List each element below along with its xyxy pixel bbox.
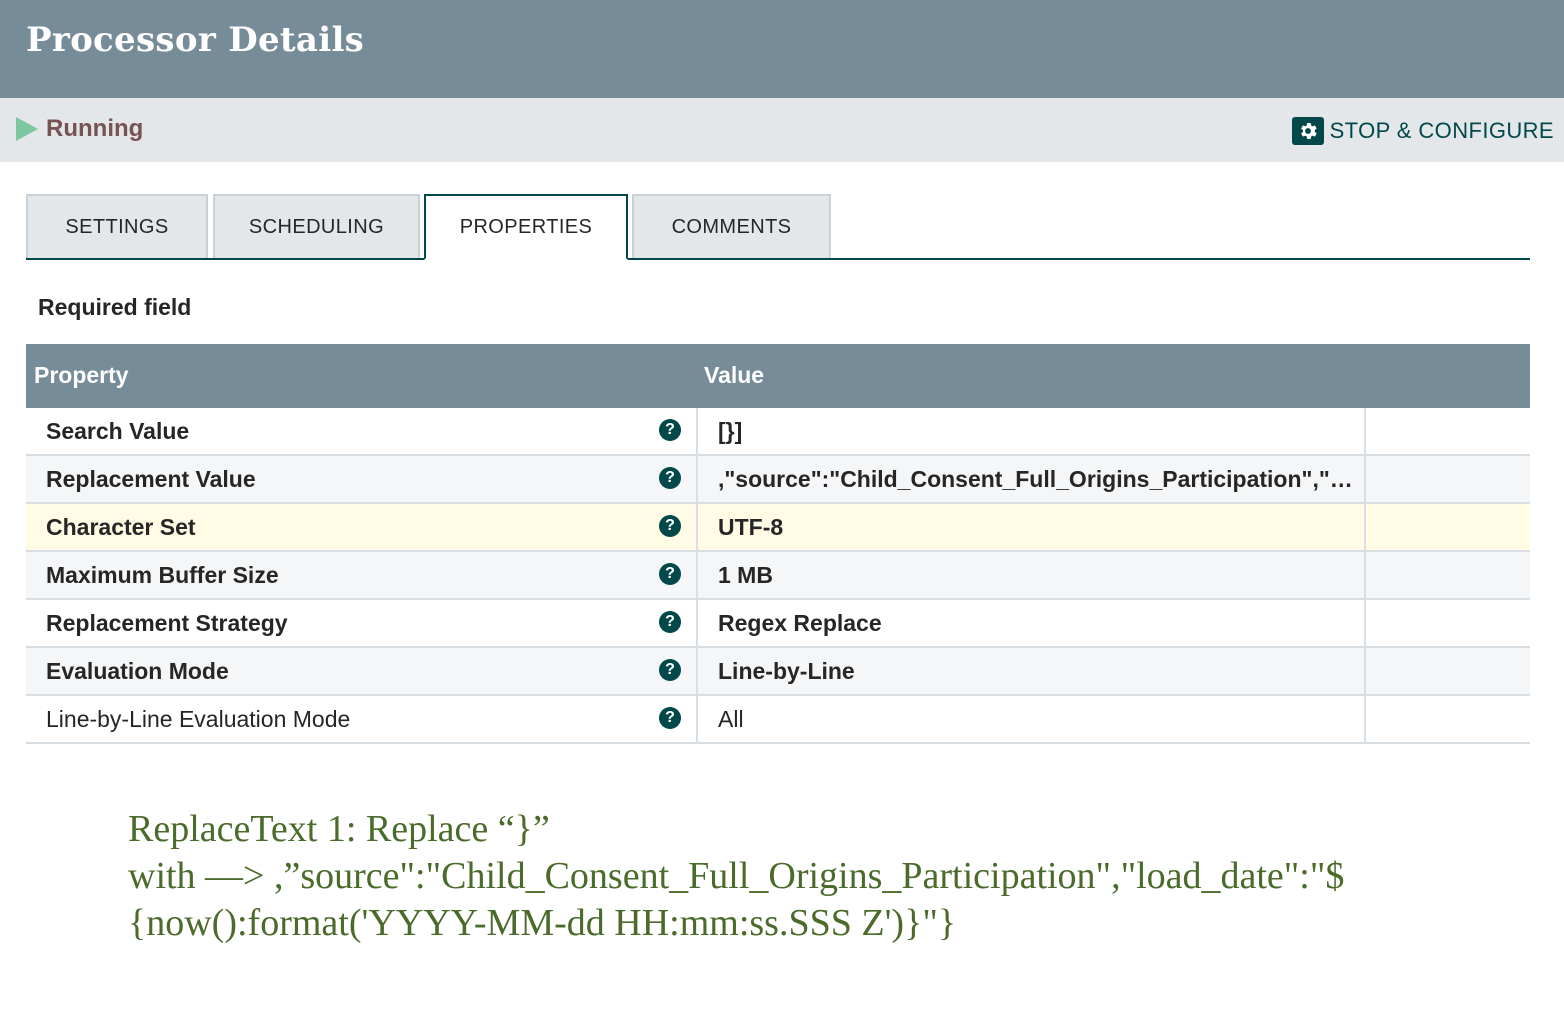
column-header-value: Value <box>704 362 765 388</box>
stop-and-configure-label: STOP & CONFIGURE <box>1329 118 1554 143</box>
status-bar: Running STOP & CONFIGURE <box>0 98 1564 162</box>
dialog-title: Processor Details <box>26 20 365 60</box>
stop-and-configure-button[interactable]: STOP & CONFIGURE <box>1291 116 1554 146</box>
column-divider <box>1364 456 1366 502</box>
column-divider <box>696 504 698 550</box>
help-icon[interactable]: ? <box>659 659 681 681</box>
column-header-property: Property <box>34 362 129 388</box>
property-value[interactable]: Line-by-Line <box>718 658 1358 685</box>
dialog-header: Processor Details <box>0 0 1564 98</box>
column-divider <box>1364 600 1366 646</box>
property-name: Replacement Value <box>46 466 256 492</box>
play-icon <box>16 117 38 141</box>
property-name: Search Value <box>46 418 190 444</box>
note-line-2: with —> ,”source":"Child_Consent_Full_Or… <box>128 855 1345 897</box>
tab-settings[interactable]: SETTINGS <box>26 194 208 258</box>
tab-underline <box>26 258 1530 260</box>
table-row[interactable]: Replacement Value ? ,"source":"Child_Con… <box>26 456 1530 504</box>
help-icon[interactable]: ? <box>659 563 681 585</box>
column-divider <box>1364 552 1366 598</box>
property-value[interactable]: ,"source":"Child_Consent_Full_Origins_Pa… <box>718 466 1358 493</box>
help-icon[interactable]: ? <box>659 419 681 441</box>
table-row[interactable]: Evaluation Mode ? Line-by-Line <box>26 648 1530 696</box>
column-divider <box>696 408 698 454</box>
property-value[interactable]: UTF-8 <box>718 514 1358 541</box>
help-icon[interactable]: ? <box>659 515 681 537</box>
column-divider <box>1364 408 1366 454</box>
run-status: Running <box>46 115 144 142</box>
tab-comments[interactable]: COMMENTS <box>632 194 831 258</box>
tab-properties[interactable]: PROPERTIES <box>424 194 628 260</box>
note-line-1: ReplaceText 1: Replace “}” <box>128 808 550 850</box>
column-divider <box>696 600 698 646</box>
column-divider <box>1364 696 1366 742</box>
properties-table: Property Value Search Value ? [}] Replac… <box>26 344 1530 744</box>
property-name: Maximum Buffer Size <box>46 562 279 588</box>
column-divider <box>1364 648 1366 694</box>
column-divider <box>696 648 698 694</box>
table-row[interactable]: Character Set ? UTF-8 <box>26 504 1530 552</box>
column-divider <box>696 552 698 598</box>
property-value[interactable]: [}] <box>718 418 1358 445</box>
property-name: Replacement Strategy <box>46 610 288 636</box>
property-name: Evaluation Mode <box>46 658 229 684</box>
annotation-note: ReplaceText 1: Replace “}” with —> ,”sou… <box>128 806 1548 947</box>
help-icon[interactable]: ? <box>659 707 681 729</box>
table-row[interactable]: Replacement Strategy ? Regex Replace <box>26 600 1530 648</box>
note-line-3: {now():format('YYYY-MM-dd HH:mm:ss.SSS Z… <box>128 902 957 944</box>
help-icon[interactable]: ? <box>659 611 681 633</box>
help-icon[interactable]: ? <box>659 467 681 489</box>
property-value[interactable]: All <box>718 706 1358 733</box>
table-row[interactable]: Maximum Buffer Size ? 1 MB <box>26 552 1530 600</box>
gear-icon <box>1291 117 1324 145</box>
table-header: Property Value <box>26 344 1530 408</box>
tab-bar: SETTINGS SCHEDULING PROPERTIES COMMENTS <box>26 194 1530 260</box>
column-divider <box>1364 504 1366 550</box>
table-row[interactable]: Line-by-Line Evaluation Mode ? All <box>26 696 1530 744</box>
required-field-label: Required field <box>38 294 192 320</box>
property-name: Character Set <box>46 514 196 540</box>
property-name: Line-by-Line Evaluation Mode <box>46 706 351 732</box>
property-value[interactable]: 1 MB <box>718 562 1358 589</box>
tab-scheduling[interactable]: SCHEDULING <box>213 194 420 258</box>
table-row[interactable]: Search Value ? [}] <box>26 408 1530 456</box>
column-divider <box>696 456 698 502</box>
column-divider <box>696 696 698 742</box>
property-value[interactable]: Regex Replace <box>718 610 1358 637</box>
